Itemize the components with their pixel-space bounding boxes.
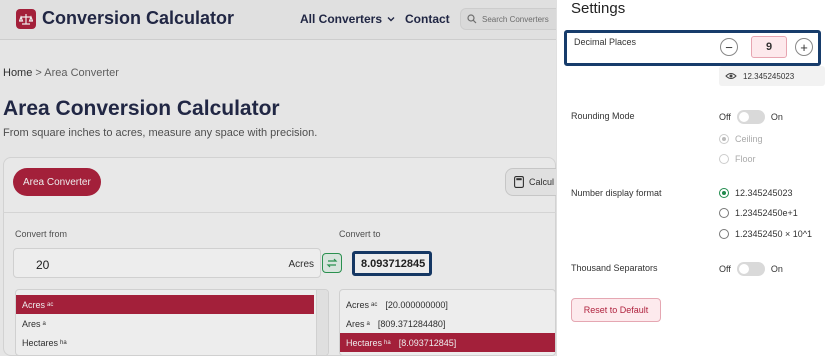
tab-area-converter[interactable]: Area Converter	[13, 168, 101, 196]
nav-contact[interactable]: Contact	[405, 12, 450, 26]
search-icon	[467, 14, 477, 24]
convert-from-input[interactable]: 20 Acres	[13, 248, 321, 278]
nav-all-converters[interactable]: All Converters	[300, 12, 396, 26]
list-item[interactable]: Hectares ha [8.093712845]	[340, 333, 555, 352]
site-header: Conversion Calculator All Converters Con…	[0, 0, 570, 40]
thousand-off-label: Off	[719, 264, 731, 274]
unit-symbol: ac	[47, 301, 54, 308]
thousand-toggle-row: Off On	[719, 262, 783, 276]
breadcrumb-home[interactable]: Home	[3, 67, 32, 79]
rounding-option-floor[interactable]: Floor	[719, 154, 756, 164]
format-option-power[interactable]: 1.23452450 × 10^1	[719, 229, 812, 239]
unit-symbol: a	[42, 320, 46, 327]
radio-button[interactable]	[719, 154, 729, 164]
decimal-places-input[interactable]: 9	[751, 36, 787, 58]
list-item[interactable]: Acres ac	[16, 295, 314, 314]
radio-label: 1.23452450 × 10^1	[735, 229, 813, 239]
calculator-icon	[514, 176, 524, 188]
plus-icon: +	[800, 39, 808, 55]
unit-name: Acres	[22, 299, 46, 310]
format-option-decimal[interactable]: 12.345245023	[719, 188, 793, 198]
decimal-places-label: Decimal Places	[574, 37, 637, 47]
swap-button[interactable]	[322, 253, 342, 273]
radio-button[interactable]	[719, 208, 729, 218]
unit-name: Acres	[346, 299, 370, 310]
reset-default-button[interactable]: Reset to Default	[571, 298, 661, 322]
unit-name: Ares	[346, 318, 365, 329]
rounding-option-ceiling[interactable]: Ceiling	[719, 134, 763, 144]
radio-label: 12.345245023	[735, 188, 793, 198]
rounding-toggle[interactable]	[736, 110, 765, 124]
convert-from-label: Convert from	[15, 229, 68, 239]
unit-name: Hectares	[346, 337, 383, 348]
radio-button[interactable]	[719, 188, 729, 198]
preview-value: 12.345245023	[719, 66, 825, 86]
card-divider	[3, 212, 556, 213]
eye-icon	[725, 73, 737, 79]
settings-panel: Settings Decimal Places − 9 + 12.3452450…	[556, 0, 825, 356]
format-option-scientific[interactable]: 1.23452450e+1	[719, 208, 798, 218]
logo-text[interactable]: Conversion Calculator	[42, 8, 234, 29]
from-list-scrollbar[interactable]	[316, 290, 328, 355]
rounding-on-label: On	[770, 112, 783, 122]
list-item[interactable]: Hectares ha	[16, 333, 328, 352]
radio-label: 1.23452450e+1	[735, 208, 798, 218]
settings-title: Settings	[571, 0, 626, 17]
unit-value: [809.371284480]	[377, 318, 446, 329]
rounding-mode-label: Rounding Mode	[571, 111, 635, 121]
radio-label: Floor	[735, 154, 756, 164]
to-unit-list[interactable]: Acres ac [20.000000000] Ares a [809.37128448…	[339, 289, 556, 356]
calculator-button-label: Calcul	[529, 177, 555, 187]
unit-symbol: ac	[371, 301, 378, 308]
minus-icon: −	[725, 39, 733, 55]
nav-all-converters-label: All Converters	[300, 12, 383, 26]
number-format-label: Number display format	[571, 188, 662, 198]
list-item[interactable]: Ares a	[16, 314, 328, 333]
swap-icon	[326, 258, 338, 268]
decimal-places-control: Decimal Places − 9 +	[564, 30, 821, 66]
list-item[interactable]: Acres ac [20.000000000]	[340, 295, 555, 314]
radio-button[interactable]	[719, 134, 729, 144]
unit-value: [20.000000000]	[385, 299, 448, 310]
breadcrumb-current: Area Converter	[44, 67, 119, 79]
search-input[interactable]	[482, 14, 562, 24]
radio-button[interactable]	[719, 229, 729, 239]
unit-name: Ares	[22, 318, 41, 329]
thousand-separators-label: Thousand Separators	[571, 263, 658, 273]
radio-label: Ceiling	[735, 134, 763, 144]
rounding-off-label: Off	[719, 112, 731, 122]
convert-to-result[interactable]: 8.093712845	[352, 251, 432, 276]
thousand-on-label: On	[770, 264, 783, 274]
unit-value: [8.093712845]	[398, 337, 457, 348]
from-unit-list[interactable]: Acres ac Ares a Hectares ha	[15, 289, 329, 356]
unit-symbol: ha	[384, 339, 391, 346]
convert-to-label: Convert to	[339, 229, 381, 239]
page-title: Area Conversion Calculator	[3, 97, 280, 120]
search-box[interactable]	[460, 8, 570, 30]
page-subtitle: From square inches to acres, measure any…	[3, 127, 318, 139]
decrement-button[interactable]: −	[720, 38, 738, 56]
preview-text: 12.345245023	[743, 71, 795, 81]
from-unit: Acres	[288, 259, 314, 270]
breadcrumb-separator: >	[35, 67, 42, 79]
thousand-toggle[interactable]	[736, 262, 765, 276]
from-value: 20	[36, 258, 50, 272]
list-item[interactable]: Ares a [809.371284480]	[340, 314, 555, 333]
rounding-toggle-row: Off On	[719, 110, 783, 124]
unit-symbol: ha	[60, 339, 67, 346]
unit-name: Hectares	[22, 337, 59, 348]
unit-symbol: a	[366, 320, 370, 327]
breadcrumb: Home > Area Converter	[3, 67, 119, 79]
chevron-down-icon	[387, 17, 395, 22]
increment-button[interactable]: +	[795, 38, 813, 56]
scale-logo-icon[interactable]	[16, 9, 36, 29]
